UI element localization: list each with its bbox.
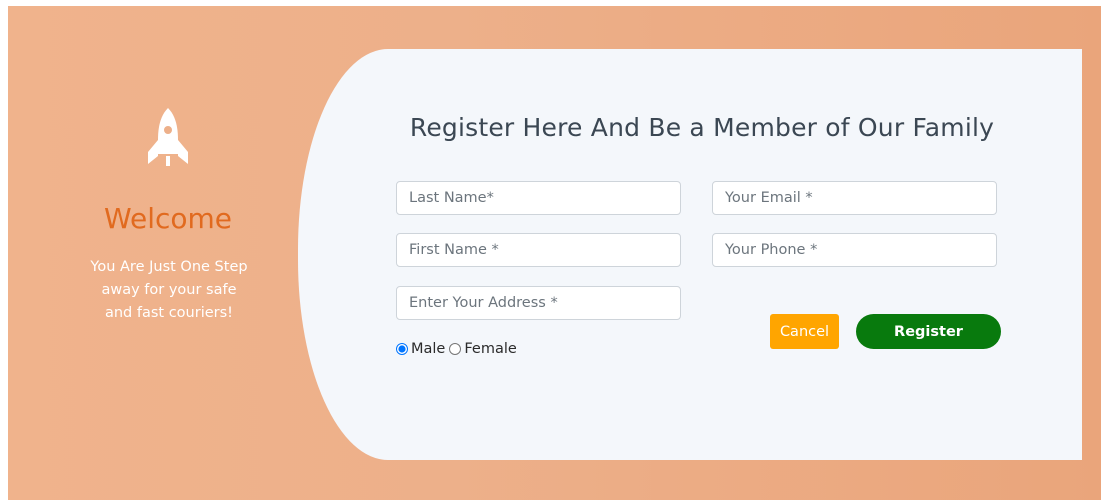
gender-radio-group: Male Female (396, 341, 521, 357)
female-radio[interactable] (449, 343, 462, 355)
last-name-input[interactable] (396, 181, 681, 215)
rocket-icon (148, 108, 188, 166)
register-button[interactable]: Register (856, 314, 1001, 349)
registration-card: Register Here And Be a Member of Our Fam… (298, 49, 1082, 460)
form-title: Register Here And Be a Member of Our Fam… (409, 113, 995, 142)
page-background: Welcome You Are Just One Step away for y… (8, 6, 1101, 500)
welcome-tagline: You Are Just One Step away for your safe… (90, 259, 248, 321)
email-input[interactable] (712, 181, 997, 215)
male-label[interactable]: Male (411, 341, 445, 357)
male-radio[interactable] (396, 343, 408, 355)
phone-input[interactable] (712, 233, 997, 267)
welcome-heading: Welcome (103, 202, 233, 235)
first-name-input[interactable] (396, 233, 681, 267)
address-input[interactable] (396, 286, 681, 320)
cancel-button[interactable]: Cancel (770, 314, 839, 349)
female-label[interactable]: Female (464, 341, 516, 357)
welcome-panel: Welcome You Are Just One Step away for y… (8, 6, 328, 500)
